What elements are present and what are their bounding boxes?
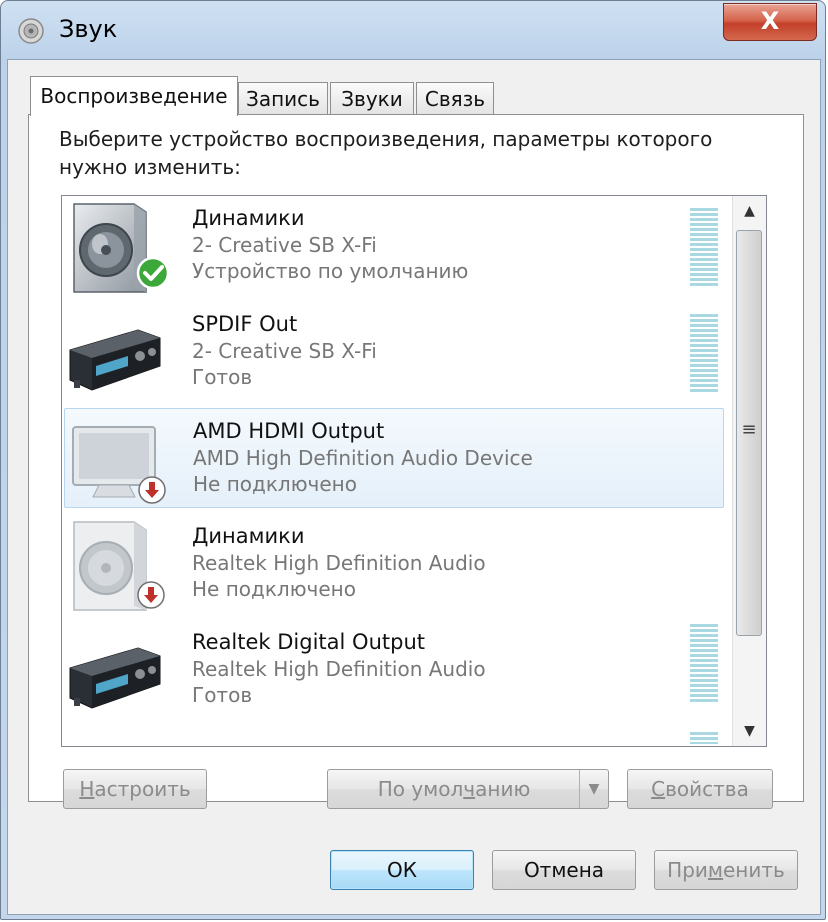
properties-label-post: войства [665,777,749,801]
default-check-icon [136,256,170,290]
device-name: SPDIF Out [192,312,298,336]
ok-button[interactable]: ОК [330,850,474,890]
scroll-down-arrow-icon[interactable]: ▼ [733,716,766,746]
dialog-client-area: Воспроизведение Запись Звуки Связь Выбер… [7,59,821,915]
set-default-label-accel: ч [463,777,476,801]
configure-button[interactable]: Настроить [63,769,207,809]
properties-button[interactable]: Свойства [627,769,773,809]
set-default-label-post: анию [475,777,531,801]
device-status: Готов [192,683,253,707]
device-status: Устройство по умолчанию [192,259,469,283]
volume-meter [690,208,718,288]
apply-label-post: енить [723,858,785,882]
list-item[interactable]: Динамики Realtek High Definition Audio Н… [64,514,724,614]
scroll-up-arrow-icon[interactable]: ▲ [733,196,766,226]
window-title: Звук [59,15,118,43]
sound-dialog-window: Звук X Воспроизведение Запись Звуки Связ… [0,0,826,920]
configure-label-post: астроить [94,777,191,801]
set-default-split-button[interactable]: По умолчанию ▼ [327,769,609,809]
tab-playback[interactable]: Воспроизведение [30,76,238,116]
apply-button[interactable]: Применить [654,850,798,890]
digital-output-icon [69,329,161,391]
list-item[interactable]: Динамики 2- Creative SB X-Fi Устройство … [64,196,724,296]
tab-sounds[interactable]: Звуки [330,82,414,115]
device-status: Готов [192,365,253,389]
list-item-selected[interactable]: AMD HDMI Output AMD High Definition Audi… [64,408,724,508]
dropdown-arrow-icon[interactable]: ▼ [579,770,608,808]
device-name: Realtek Digital Output [192,630,425,654]
device-driver: 2- Creative SB X-Fi [192,339,377,363]
device-name: Динамики [192,524,305,548]
instructions-text: Выберите устройство воспроизведения, пар… [59,127,713,179]
playback-tab-panel: Выберите устройство воспроизведения, пар… [28,114,804,809]
set-default-label-pre: По умол [377,777,464,801]
tab-communications[interactable]: Связь [416,82,494,115]
title-bar[interactable]: Звук X [1,1,825,59]
device-driver: Realtek High Definition Audio [192,657,486,681]
speaker-app-icon [18,18,44,44]
device-name: Динамики [192,206,305,230]
volume-meter [690,314,718,394]
device-status: Не подключено [193,472,357,496]
device-driver: Realtek High Definition Audio [192,551,486,575]
disconnected-icon [138,476,166,504]
volume-meter [690,624,718,704]
playback-device-list[interactable]: Динамики 2- Creative SB X-Fi Устройство … [61,195,767,747]
properties-label-accel: С [651,777,666,801]
apply-label-pre: При [667,858,708,882]
list-item[interactable]: SPDIF Out 2- Creative SB X-Fi Готов [64,302,724,402]
list-item[interactable]: Realtek Digital Output Realtek High Defi… [64,620,724,720]
scroll-thumb[interactable]: ≡ [736,230,762,636]
tab-recording[interactable]: Запись [238,82,328,115]
cancel-button[interactable]: Отмена [492,850,636,890]
close-button[interactable]: X [723,3,817,41]
configure-label-accel: Н [79,777,95,801]
device-status: Не подключено [192,577,356,601]
disconnected-icon [137,581,165,609]
list-scrollbar[interactable]: ▲ ≡ ▼ [732,196,766,746]
digital-output-icon [69,647,161,709]
device-name: AMD HDMI Output [193,419,385,443]
device-driver: 2- Creative SB X-Fi [192,233,377,257]
apply-label-accel: м [707,858,723,882]
volume-meter-partial [690,732,718,744]
device-driver: AMD High Definition Audio Device [193,446,533,470]
